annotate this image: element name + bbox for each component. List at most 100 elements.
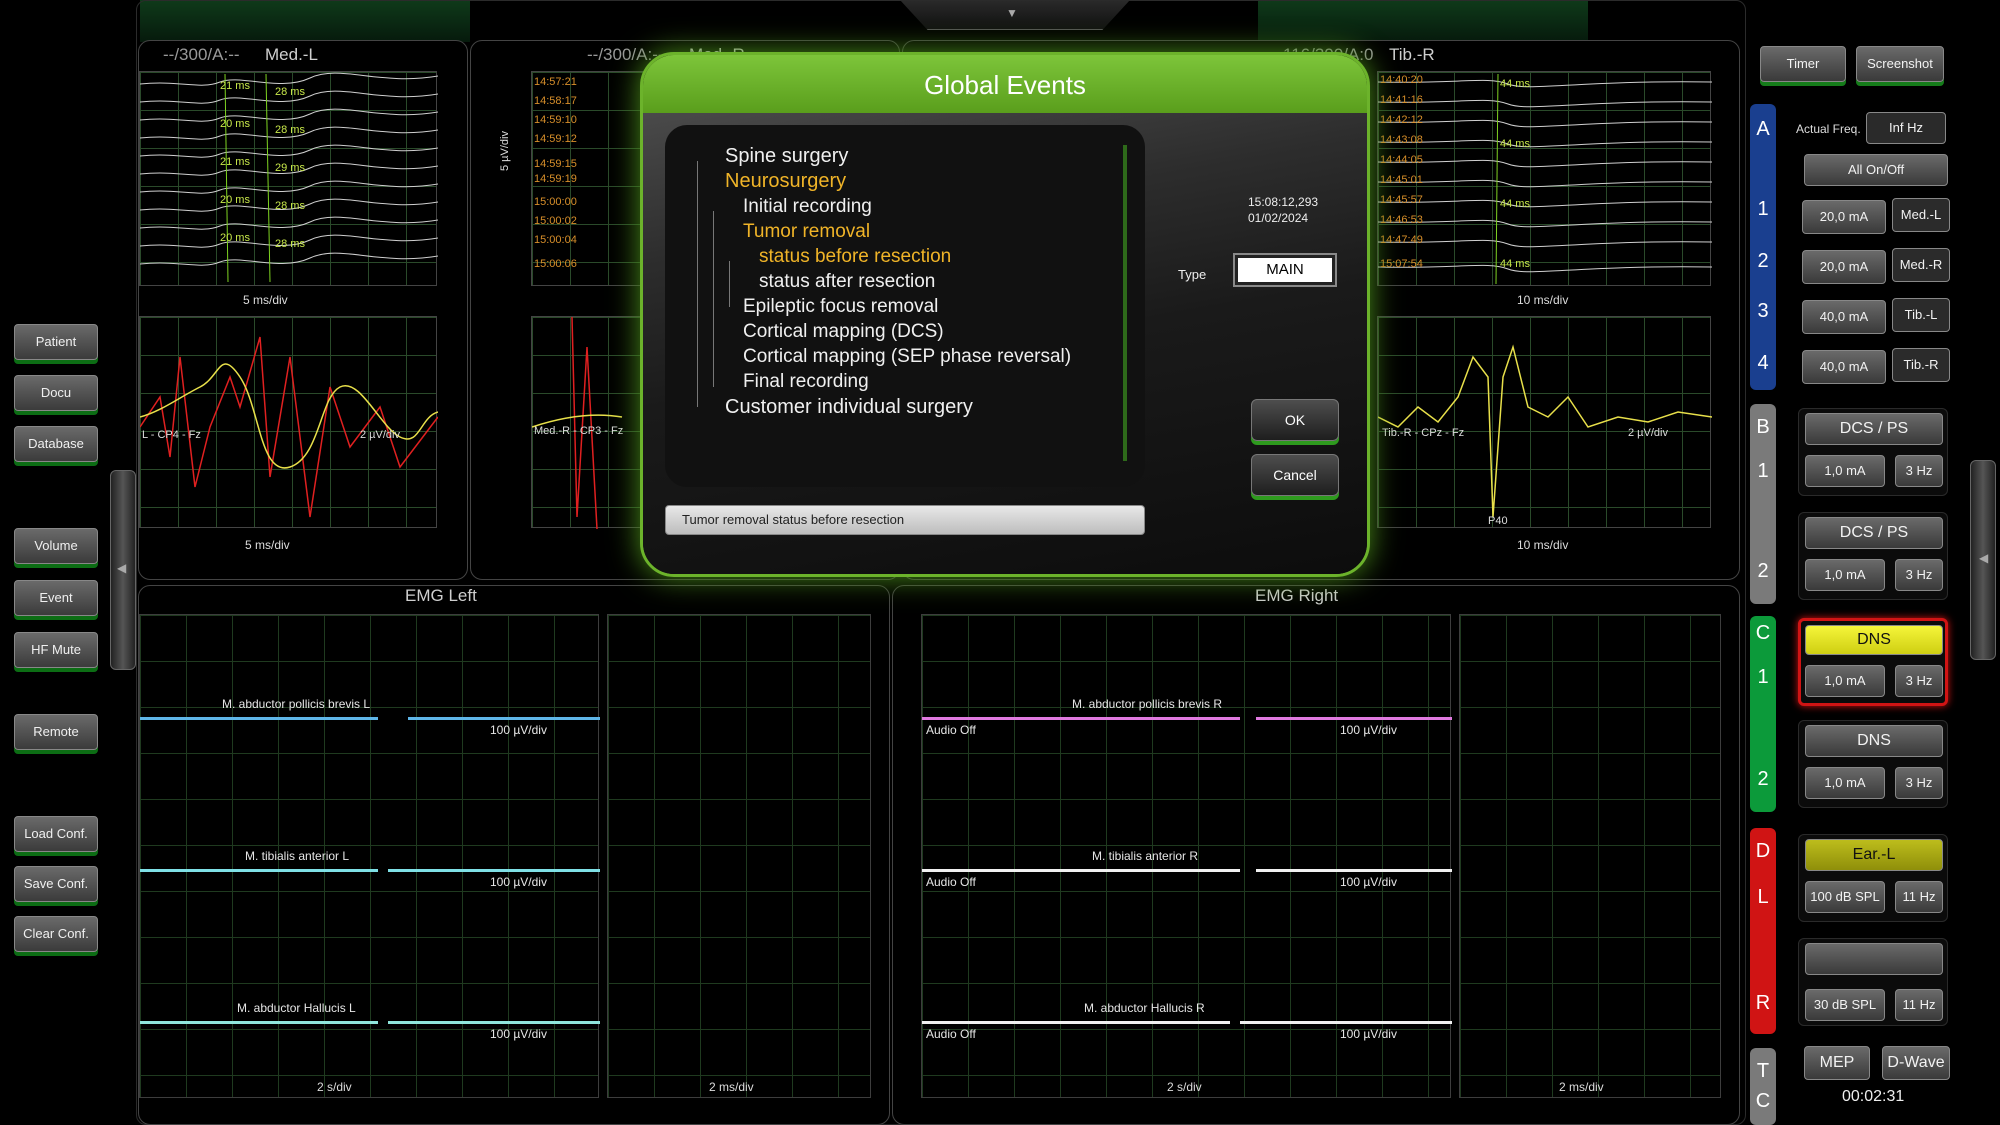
frequency-button[interactable]: 3 Hz: [1895, 559, 1943, 591]
current-button[interactable]: 1,0 mA: [1805, 767, 1885, 799]
mode-button[interactable]: [1805, 943, 1943, 975]
frequency-button[interactable]: 11 Hz: [1895, 989, 1943, 1021]
remote-button[interactable]: Remote: [14, 714, 98, 750]
emg-trace: [922, 717, 1240, 720]
hf-mute-button[interactable]: HF Mute: [14, 632, 98, 668]
section-a-tab[interactable]: A 1 2 3 4: [1750, 104, 1776, 390]
averaged-plot[interactable]: Tib.-R - CPz - Fz 2 µV/div P40: [1377, 316, 1712, 528]
emg-right-freerun-plot[interactable]: M. abductor pollicis brevis R Audio Off …: [921, 614, 1452, 1098]
mep-button[interactable]: MEP: [1804, 1046, 1870, 1080]
sweep-timestamp: 15:07:54: [1380, 258, 1423, 270]
emg-scale-label: 100 µV/div: [1340, 1027, 1397, 1041]
averaged-traces: [140, 336, 438, 518]
latency-label: 44 ms: [1500, 78, 1530, 90]
left-panel-collapse-handle[interactable]: ◀: [110, 470, 136, 670]
tree-item-final-recording[interactable]: Final recording: [743, 371, 869, 393]
dialog-title: Global Events: [643, 55, 1367, 113]
mode-button[interactable]: DNS: [1805, 725, 1943, 757]
type-label: Type: [1178, 267, 1207, 282]
save-conf-button[interactable]: Save Conf.: [14, 866, 98, 902]
emg-right-triggered-plot[interactable]: [1459, 614, 1721, 1098]
current-button[interactable]: 20,0 mA: [1802, 250, 1886, 284]
sweep-timestamp: 14:45:57: [1380, 194, 1423, 206]
mode-button[interactable]: DNS: [1805, 625, 1943, 655]
emg-channel-label: M. tibialis anterior R: [1092, 849, 1199, 863]
waterfall-plot[interactable]: 21 ms 20 ms 21 ms 20 ms 20 ms 28 ms 28 m…: [139, 71, 438, 286]
tree-item-status-after-resection[interactable]: status after resection: [759, 271, 935, 293]
panel-header-name: Tib.-R: [1389, 45, 1435, 64]
frequency-button[interactable]: 3 Hz: [1895, 767, 1943, 799]
mode-button[interactable]: DCS / PS: [1805, 413, 1943, 445]
tree-connector: [729, 261, 730, 307]
tree-scrollbar[interactable]: [1123, 145, 1127, 461]
ep-panel-med-l: --/300/A:-- Med.-L 21 ms 20 ms 21 ms 20 …: [138, 40, 468, 580]
database-button[interactable]: Database: [14, 426, 98, 462]
type-field[interactable]: MAIN: [1233, 253, 1337, 287]
sweep-timestamp: 14:58:17: [534, 95, 577, 107]
sweep-timestamp: 14:46:53: [1380, 214, 1423, 226]
load-conf-button[interactable]: Load Conf.: [14, 816, 98, 852]
emg-trace: [140, 869, 378, 872]
tree-item-spine-surgery[interactable]: Spine surgery: [725, 145, 848, 168]
dialog-body: Spine surgery Neurosurgery Initial recor…: [643, 113, 1367, 574]
emg-left-freerun-plot[interactable]: M. abductor pollicis brevis L 100 µV/div…: [139, 614, 600, 1098]
frequency-button[interactable]: 11 Hz: [1895, 881, 1943, 913]
level-button[interactable]: 100 dB SPL: [1805, 881, 1885, 913]
section-c-letter: C: [1755, 1090, 1771, 1112]
current-button[interactable]: 40,0 mA: [1802, 350, 1886, 384]
tree-item-cortical-mapping-dcs[interactable]: Cortical mapping (DCS): [743, 321, 944, 343]
section-d-tab[interactable]: D L R: [1750, 828, 1776, 1034]
sweep-timestamp: 14:59:19: [534, 173, 577, 185]
tree-item-epileptic-focus-removal[interactable]: Epileptic focus removal: [743, 296, 938, 318]
current-button[interactable]: 1,0 mA: [1805, 455, 1885, 487]
site-label: Tib.-R: [1892, 348, 1950, 382]
level-button[interactable]: 30 dB SPL: [1805, 989, 1885, 1021]
event-tree[interactable]: Spine surgery Neurosurgery Initial recor…: [665, 125, 1145, 487]
latency-label: 20 ms: [220, 194, 250, 206]
mode-button[interactable]: Ear.-L: [1805, 839, 1943, 871]
volume-button[interactable]: Volume: [14, 528, 98, 564]
all-on-off-button[interactable]: All On/Off: [1804, 154, 1948, 186]
sweep-timestamp: 15:00:02: [534, 215, 577, 227]
cancel-button[interactable]: Cancel: [1251, 454, 1339, 496]
amplitude-scale-label: 2 µV/div: [1628, 427, 1668, 439]
sweep-timestamp: 14:59:10: [534, 114, 577, 126]
d-wave-button[interactable]: D-Wave: [1882, 1046, 1950, 1080]
emg-right-panel: EMG Right M. abductor pollicis brevis R …: [892, 585, 1740, 1125]
tree-item-tumor-removal[interactable]: Tumor removal: [743, 221, 870, 243]
amplitude-scale-label: 5 µV/div: [499, 131, 511, 171]
docu-button[interactable]: Docu: [14, 375, 98, 411]
frequency-button[interactable]: 3 Hz: [1895, 665, 1943, 697]
audio-status-label: Audio Off: [926, 875, 976, 889]
latency-label: 28 ms: [275, 200, 305, 212]
waterfall-plot[interactable]: 14:40:20 14:41:16 14:42:12 14:43:08 14:4…: [1377, 71, 1712, 286]
tree-item-cortical-mapping-sep[interactable]: Cortical mapping (SEP phase reversal): [743, 346, 1071, 368]
tree-item-status-before-resection[interactable]: status before resection: [759, 246, 951, 268]
right-panel-collapse-handle[interactable]: ◀: [1970, 460, 1996, 660]
screenshot-button[interactable]: Screenshot: [1856, 46, 1944, 82]
emg-left-panel: EMG Left M. abductor pollicis brevis L 1…: [138, 585, 890, 1125]
ok-button[interactable]: OK: [1251, 399, 1339, 441]
mode-button[interactable]: DCS / PS: [1805, 517, 1943, 549]
tree-item-initial-recording[interactable]: Initial recording: [743, 196, 872, 218]
emg-left-triggered-plot[interactable]: [607, 614, 871, 1098]
averaged-plot[interactable]: L - CP4 - Fz 2 µV/div: [139, 316, 438, 528]
current-button[interactable]: 40,0 mA: [1802, 300, 1886, 334]
patient-button[interactable]: Patient: [14, 324, 98, 360]
current-button[interactable]: 1,0 mA: [1805, 665, 1885, 697]
event-button[interactable]: Event: [14, 580, 98, 616]
current-button[interactable]: 20,0 mA: [1802, 200, 1886, 234]
timer-button[interactable]: Timer: [1760, 46, 1846, 82]
waterfall-traces: [140, 72, 438, 283]
section-c-channel-number: 2: [1757, 768, 1769, 790]
section-b-tab[interactable]: B 1 2: [1750, 404, 1776, 604]
clear-conf-button[interactable]: Clear Conf.: [14, 916, 98, 952]
section-c-tab[interactable]: C 1 2: [1750, 616, 1776, 812]
tree-item-neurosurgery[interactable]: Neurosurgery: [725, 170, 846, 193]
time-scale-label: 2 ms/div: [709, 1080, 754, 1094]
latency-label: 28 ms: [275, 124, 305, 136]
section-tc-tab[interactable]: T C: [1750, 1048, 1776, 1125]
frequency-button[interactable]: 3 Hz: [1895, 455, 1943, 487]
tree-item-customer-individual-surgery[interactable]: Customer individual surgery: [725, 396, 973, 419]
current-button[interactable]: 1,0 mA: [1805, 559, 1885, 591]
